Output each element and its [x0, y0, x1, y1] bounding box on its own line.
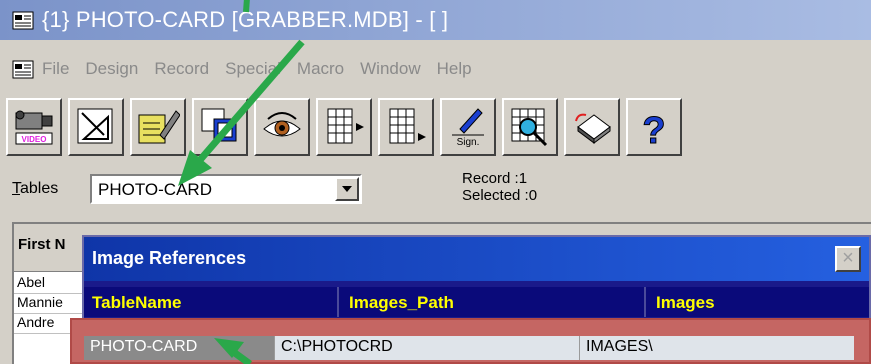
eraser-icon [575, 113, 611, 144]
table-row[interactable]: Abel [14, 274, 84, 294]
window-title: {1} PHOTO-CARD [GRABBER.MDB] - [ ] [42, 7, 449, 32]
sign-icon: Sign. [452, 108, 484, 148]
highlight-box: PHOTO-CARD C:\PHOTOCRD IMAGES\ [70, 318, 871, 364]
tables-row: Tables PHOTO-CARD Record :1 Selected :0 [0, 166, 871, 212]
toolbar: VIDEO Sign. ? [6, 95, 688, 159]
video-label: VIDEO [22, 135, 47, 144]
video-button[interactable]: VIDEO [6, 98, 62, 156]
help-icon: ? [642, 110, 666, 150]
record-info: Record :1 Selected :0 [462, 170, 537, 204]
table-row[interactable]: PHOTO-CARD C:\PHOTOCRD IMAGES\ [84, 336, 854, 360]
eye-icon [263, 112, 301, 137]
menu-help[interactable]: Help [437, 59, 472, 79]
sign-button[interactable]: Sign. [440, 98, 496, 156]
record-count: Record :1 [462, 170, 528, 187]
zoom-grid-button[interactable] [502, 98, 558, 156]
menu-file[interactable]: File [42, 59, 69, 79]
grid-zoom-icon [511, 108, 548, 147]
app-icon [12, 11, 34, 30]
sign-label: Sign. [457, 137, 480, 148]
dropdown-button[interactable] [335, 177, 359, 201]
grid-header-first-name[interactable]: First N [18, 236, 66, 253]
eraser-button[interactable] [564, 98, 620, 156]
menu-window[interactable]: Window [360, 59, 420, 79]
dialog-title-bar: Image References × [84, 237, 869, 281]
help-button[interactable]: ? [626, 98, 682, 156]
edit-icon [138, 110, 180, 144]
menu-design[interactable]: Design [85, 59, 138, 79]
column-tablename[interactable]: TableName [84, 287, 339, 317]
close-icon: × [842, 247, 854, 269]
chevron-down-icon [342, 186, 352, 192]
form-icon [201, 108, 237, 142]
close-button[interactable]: × [835, 246, 861, 272]
cell-tablename[interactable]: PHOTO-CARD [84, 336, 274, 360]
dialog-column-headers: TableName Images_Path Images [84, 287, 869, 317]
grid-append-icon [389, 108, 426, 144]
tables-select[interactable]: PHOTO-CARD [90, 174, 362, 204]
menu-record[interactable]: Record [154, 59, 209, 79]
menu-macro[interactable]: Macro [297, 59, 344, 79]
menu-bar: File Design Record Special Macro Window … [0, 52, 871, 86]
system-menu-icon[interactable] [12, 58, 34, 80]
design-icon [77, 108, 113, 144]
menu-special[interactable]: Special [225, 59, 281, 79]
tables-label-rest: ables [20, 180, 59, 197]
title-bar: {1} PHOTO-CARD [GRABBER.MDB] - [ ] [0, 0, 871, 40]
form-button[interactable] [192, 98, 248, 156]
tables-label: Tables [12, 180, 58, 198]
grid-insert-icon [327, 108, 364, 144]
selected-count: Selected :0 [462, 187, 538, 204]
dialog-title: Image References [92, 248, 247, 268]
tables-select-value: PHOTO-CARD [98, 180, 212, 199]
cell-images-path[interactable]: C:\PHOTOCRD [274, 336, 579, 360]
table-row[interactable]: Mannie [14, 294, 84, 314]
append-record-button[interactable] [378, 98, 434, 156]
svg-text:?: ? [642, 110, 665, 149]
insert-record-button[interactable] [316, 98, 372, 156]
application-window: {1} PHOTO-CARD [GRABBER.MDB] - [ ] File … [0, 0, 871, 364]
column-images-path[interactable]: Images_Path [341, 287, 646, 317]
view-button[interactable] [254, 98, 310, 156]
tables-label-accel: T [12, 180, 20, 197]
design-button[interactable] [68, 98, 124, 156]
video-camera-icon: VIDEO [15, 110, 53, 145]
cell-images[interactable]: IMAGES\ [579, 336, 854, 360]
edit-button[interactable] [130, 98, 186, 156]
column-images[interactable]: Images [648, 287, 869, 317]
